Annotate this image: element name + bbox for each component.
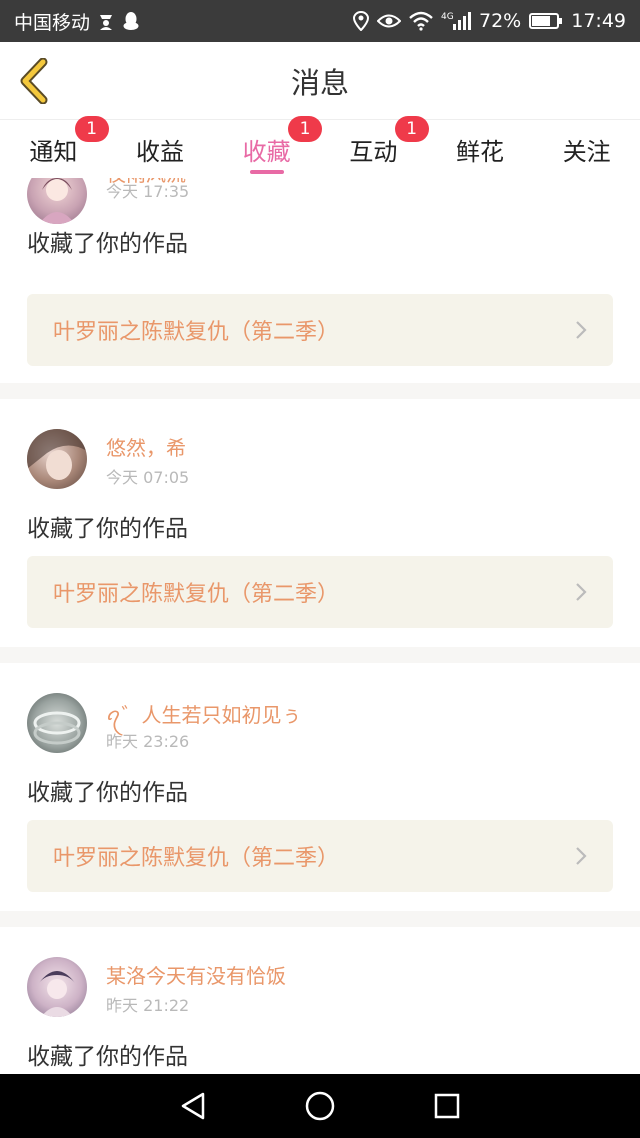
wifi-icon [409, 11, 433, 31]
avatar[interactable] [27, 693, 87, 753]
tab-earnings[interactable]: 收益 [107, 120, 214, 178]
timestamp: 昨天 21:22 [106, 996, 190, 1015]
tab-follows[interactable]: 关注 [533, 120, 640, 178]
battery-label: 72% [479, 10, 522, 32]
tab-label: 互动 [349, 137, 398, 166]
network-label: 4G [441, 12, 454, 22]
tab-flowers[interactable]: 鲜花 [427, 120, 534, 178]
tab-label: 关注 [562, 137, 611, 166]
system-recents-button[interactable] [417, 1076, 477, 1136]
back-triangle-icon [182, 1092, 205, 1120]
system-nav-bar [0, 1074, 640, 1138]
tab-favorites[interactable]: 收藏 1 [213, 116, 322, 178]
home-circle-icon [305, 1091, 335, 1121]
qq-penguin-icon [122, 11, 140, 31]
message-card: 夜雨风流 今天 17:35 收藏了你的作品 叶罗丽之陈默复仇（第二季） [0, 178, 640, 383]
recents-square-icon [434, 1093, 459, 1119]
chevron-left-icon [20, 58, 48, 104]
message-card: 悠然，希 今天 07:05 收藏了你的作品 叶罗丽之陈默复仇（第二季） [0, 399, 640, 647]
chevron-right-icon [575, 846, 587, 866]
eye-icon [377, 12, 401, 30]
system-home-button[interactable] [290, 1076, 350, 1136]
action-text: 收藏了你的作品 [27, 516, 188, 542]
avatar[interactable] [27, 429, 87, 489]
status-bar: 中国移动 4G 72% 17:49 [0, 0, 640, 42]
chevron-right-icon [575, 320, 587, 340]
work-title: 叶罗丽之陈默复仇（第二季） [53, 320, 340, 345]
timestamp: 今天 07:05 [106, 468, 190, 487]
message-card: ꪖ゛人生若只如初见ぅ 昨天 23:26 收藏了你的作品 叶罗丽之陈默复仇（第二季… [0, 663, 640, 911]
tab-bar: 通知 1 收益 收藏 1 互动 1 鲜花 关注 [0, 116, 640, 178]
message-card: 某洛今天有没有恰饭 昨天 21:22 收藏了你的作品 [0, 927, 640, 1074]
active-tab-indicator [249, 170, 284, 174]
action-text: 收藏了你的作品 [27, 780, 188, 806]
clock-label: 17:49 [571, 10, 626, 32]
tab-interactions[interactable]: 互动 1 [320, 116, 429, 178]
unread-badge: 1 [74, 116, 109, 142]
signal-icon: 4G [441, 11, 471, 31]
action-text: 收藏了你的作品 [27, 231, 188, 257]
work-link[interactable]: 叶罗丽之陈默复仇（第二季） [27, 294, 613, 366]
work-link[interactable]: 叶罗丽之陈默复仇（第二季） [27, 556, 613, 628]
work-link[interactable]: 叶罗丽之陈默复仇（第二季） [27, 820, 613, 892]
location-icon [353, 11, 369, 31]
unread-badge: 1 [394, 116, 429, 142]
action-text: 收藏了你的作品 [27, 1044, 188, 1070]
page-title: 消息 [290, 65, 349, 100]
guest-icon [96, 11, 116, 31]
message-list[interactable]: 夜雨风流 今天 17:35 收藏了你的作品 叶罗丽之陈默复仇（第二季） 悠然，希… [0, 178, 640, 1074]
work-title: 叶罗丽之陈默复仇（第二季） [53, 582, 340, 607]
avatar[interactable] [27, 957, 87, 1017]
avatar[interactable] [27, 178, 87, 224]
carrier-label: 中国移动 [14, 11, 91, 34]
tab-label: 通知 [29, 137, 78, 166]
back-button[interactable] [16, 58, 52, 104]
timestamp: 昨天 23:26 [106, 732, 190, 751]
tab-label: 收藏 [242, 137, 291, 166]
work-title: 叶罗丽之陈默复仇（第二季） [53, 846, 340, 871]
username[interactable]: 某洛今天有没有恰饭 [106, 960, 286, 989]
battery-icon [529, 12, 563, 30]
username[interactable]: 悠然，希 [106, 432, 186, 461]
tab-label: 收益 [136, 137, 184, 166]
chevron-right-icon [575, 582, 587, 602]
timestamp: 今天 17:35 [106, 182, 190, 201]
system-back-button[interactable] [163, 1076, 223, 1136]
unread-badge: 1 [288, 116, 322, 142]
tab-notifications[interactable]: 通知 1 [0, 116, 109, 178]
tab-label: 鲜花 [456, 137, 505, 166]
nav-bar: 消息 [0, 42, 640, 120]
